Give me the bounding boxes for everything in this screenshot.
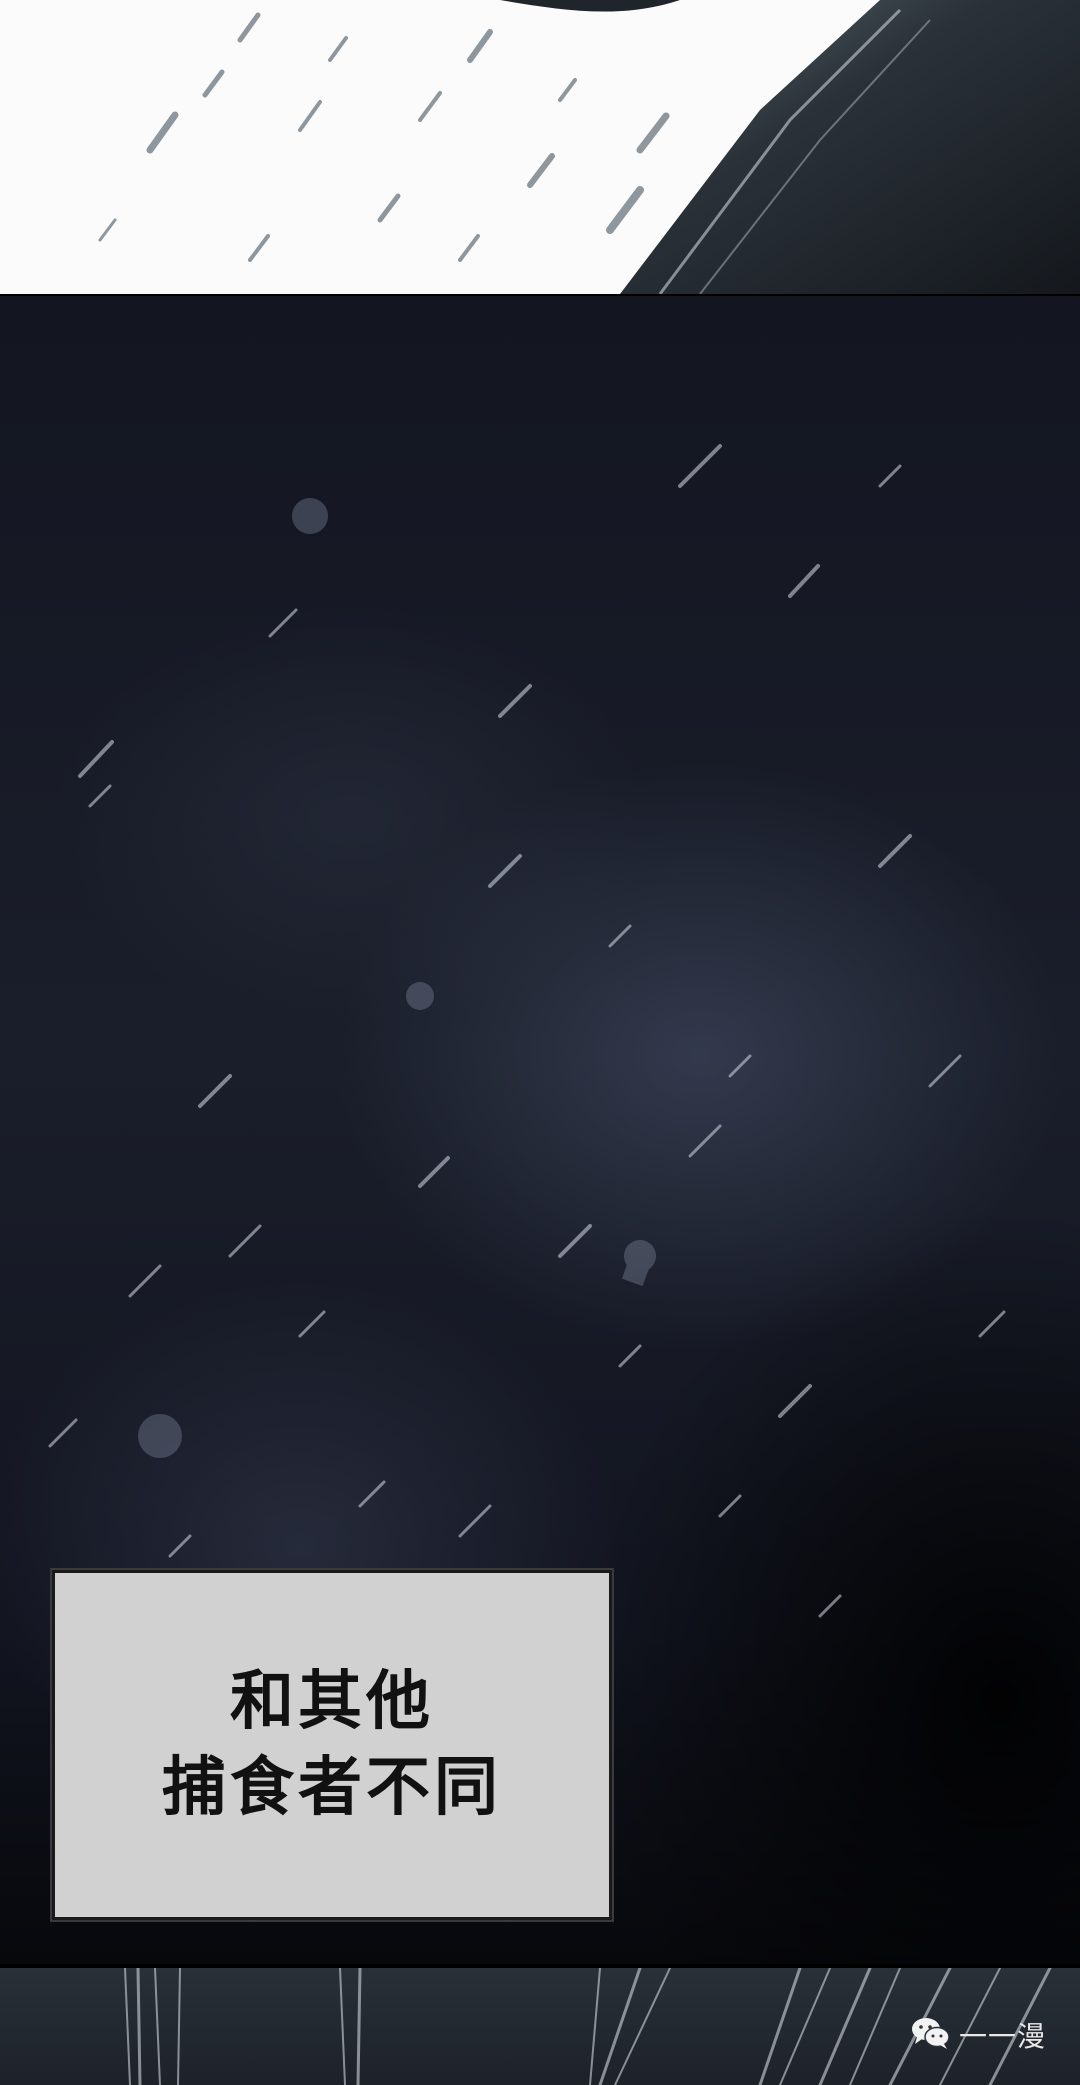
top-panel-illustration bbox=[98, 0, 1080, 294]
wechat-icon bbox=[911, 2016, 951, 2054]
caption-line-1: 和其他 bbox=[230, 1665, 434, 1739]
watermark: 一一漫 bbox=[911, 2015, 1046, 2055]
night-sky-panel: 和其他 捕食者不同 bbox=[0, 296, 1080, 1964]
caption-line-2: 捕食者不同 bbox=[162, 1751, 502, 1825]
watermark-text: 一一漫 bbox=[958, 2020, 1046, 2053]
top-panel-artwork bbox=[0, 0, 1080, 294]
narration-caption-box: 和其他 捕食者不同 bbox=[52, 1570, 612, 1920]
